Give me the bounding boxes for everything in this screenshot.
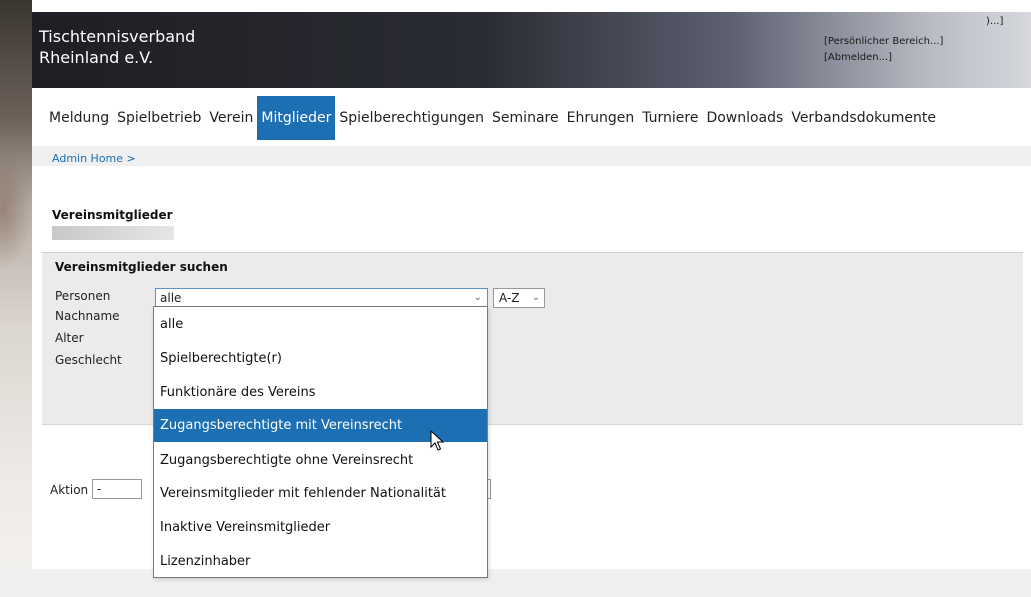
personen-select-value: alle <box>160 291 182 305</box>
action-select[interactable]: - <box>92 479 142 499</box>
brand-line-2: Rheinland e.V. <box>39 48 154 67</box>
action-select-value: - <box>97 482 102 496</box>
sort-order-value: A-Z <box>499 291 520 305</box>
personal-area-link[interactable]: [Persönlicher Bereich...] <box>824 34 943 49</box>
breadcrumb[interactable]: Admin Home > <box>52 152 136 165</box>
nav-item-downloads[interactable]: Downloads <box>702 96 787 140</box>
nav-item-spielbetrieb[interactable]: Spielbetrieb <box>113 96 205 140</box>
sort-order-select[interactable]: A-Z ⌄ <box>493 288 545 308</box>
chevron-down-icon: ⌄ <box>473 292 482 303</box>
background-image-strip <box>0 0 32 597</box>
brand-line-1: Tischtennisverband <box>39 27 196 46</box>
nav-item-meldung[interactable]: Meldung <box>45 96 113 140</box>
personen-label: Personen <box>55 289 111 303</box>
geschlecht-label: Geschlecht <box>55 353 122 367</box>
dropdown-option[interactable]: alle <box>154 308 487 341</box>
alter-label: Alter <box>55 331 84 345</box>
nachname-label: Nachname <box>55 309 120 323</box>
dropdown-option[interactable]: Funktionäre des Vereins <box>154 376 487 409</box>
logout-link[interactable]: [Abmelden...] <box>824 50 892 65</box>
dropdown-option[interactable]: Spielberechtigte(r) <box>154 342 487 375</box>
action-label: Aktion <box>50 483 89 497</box>
main-navigation: Meldung Spielbetrieb Verein Mitglieder S… <box>32 96 1031 140</box>
nav-item-spielberechtigungen[interactable]: Spielberechtigungen <box>335 96 488 140</box>
nav-item-mitglieder[interactable]: Mitglieder <box>257 96 336 140</box>
brand-logo-text[interactable]: Tischtennisverband Rheinland e.V. <box>39 26 195 68</box>
search-panel-title: Vereinsmitglieder suchen <box>55 260 228 274</box>
dropdown-option[interactable]: Inaktive Vereinsmitglieder <box>154 511 487 544</box>
personen-select[interactable]: alle ⌄ <box>155 288 488 308</box>
nav-item-seminare[interactable]: Seminare <box>488 96 563 140</box>
site-header: Tischtennisverband Rheinland e.V. )...] … <box>32 12 1031 88</box>
dropdown-option[interactable]: Vereinsmitglieder mit fehlender National… <box>154 477 487 510</box>
page-title: Vereinsmitglieder <box>52 208 173 222</box>
user-name-suffix: )...] <box>986 16 1004 27</box>
nav-item-verbandsdokumente[interactable]: Verbandsdokumente <box>787 96 940 140</box>
dropdown-option[interactable]: Lizenzinhaber <box>154 545 487 578</box>
nav-item-ehrungen[interactable]: Ehrungen <box>563 96 639 140</box>
breadcrumb-bar: Admin Home > <box>32 146 1031 166</box>
nav-item-verein[interactable]: Verein <box>205 96 257 140</box>
nav-item-turniere[interactable]: Turniere <box>638 96 702 140</box>
mouse-cursor-icon <box>430 430 445 451</box>
club-name-redacted <box>52 226 174 240</box>
chevron-down-icon: ⌄ <box>531 292 540 303</box>
